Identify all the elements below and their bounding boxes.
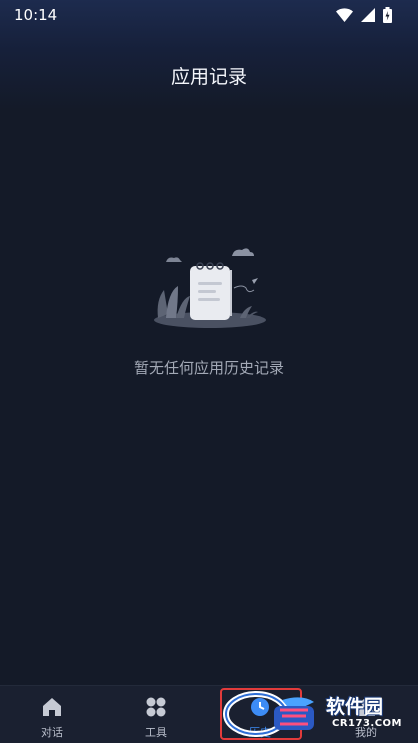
app-screen: 10:14 应用记录 暂无任何应用历史记录 对话 工具 历史 我的 软件园 CR… (0, 0, 418, 743)
nav-label-chat: 对话 (41, 726, 63, 739)
wifi-icon (336, 8, 353, 22)
battery-charging-icon (383, 7, 392, 23)
tools-grid-icon (146, 697, 166, 717)
home-icon (43, 698, 61, 716)
nav-label-tools: 工具 (145, 726, 167, 739)
watermark-logo (223, 691, 314, 737)
watermark: 软件园 CR173.COM (222, 690, 408, 738)
status-time: 10:14 (14, 6, 58, 24)
nav-item-chat[interactable]: 对话 (0, 686, 104, 743)
status-icons (336, 7, 392, 23)
watermark-site: CR173.COM (332, 718, 403, 729)
empty-state-message: 暂无任何应用历史记录 (133, 359, 284, 377)
empty-notebook-illustration (154, 248, 266, 328)
watermark-brand: 软件园 (326, 696, 384, 718)
nav-item-tools[interactable]: 工具 (104, 686, 208, 743)
cellular-signal-icon (361, 8, 375, 22)
status-bar: 10:14 (0, 0, 418, 30)
page-title: 应用记录 (170, 66, 247, 88)
